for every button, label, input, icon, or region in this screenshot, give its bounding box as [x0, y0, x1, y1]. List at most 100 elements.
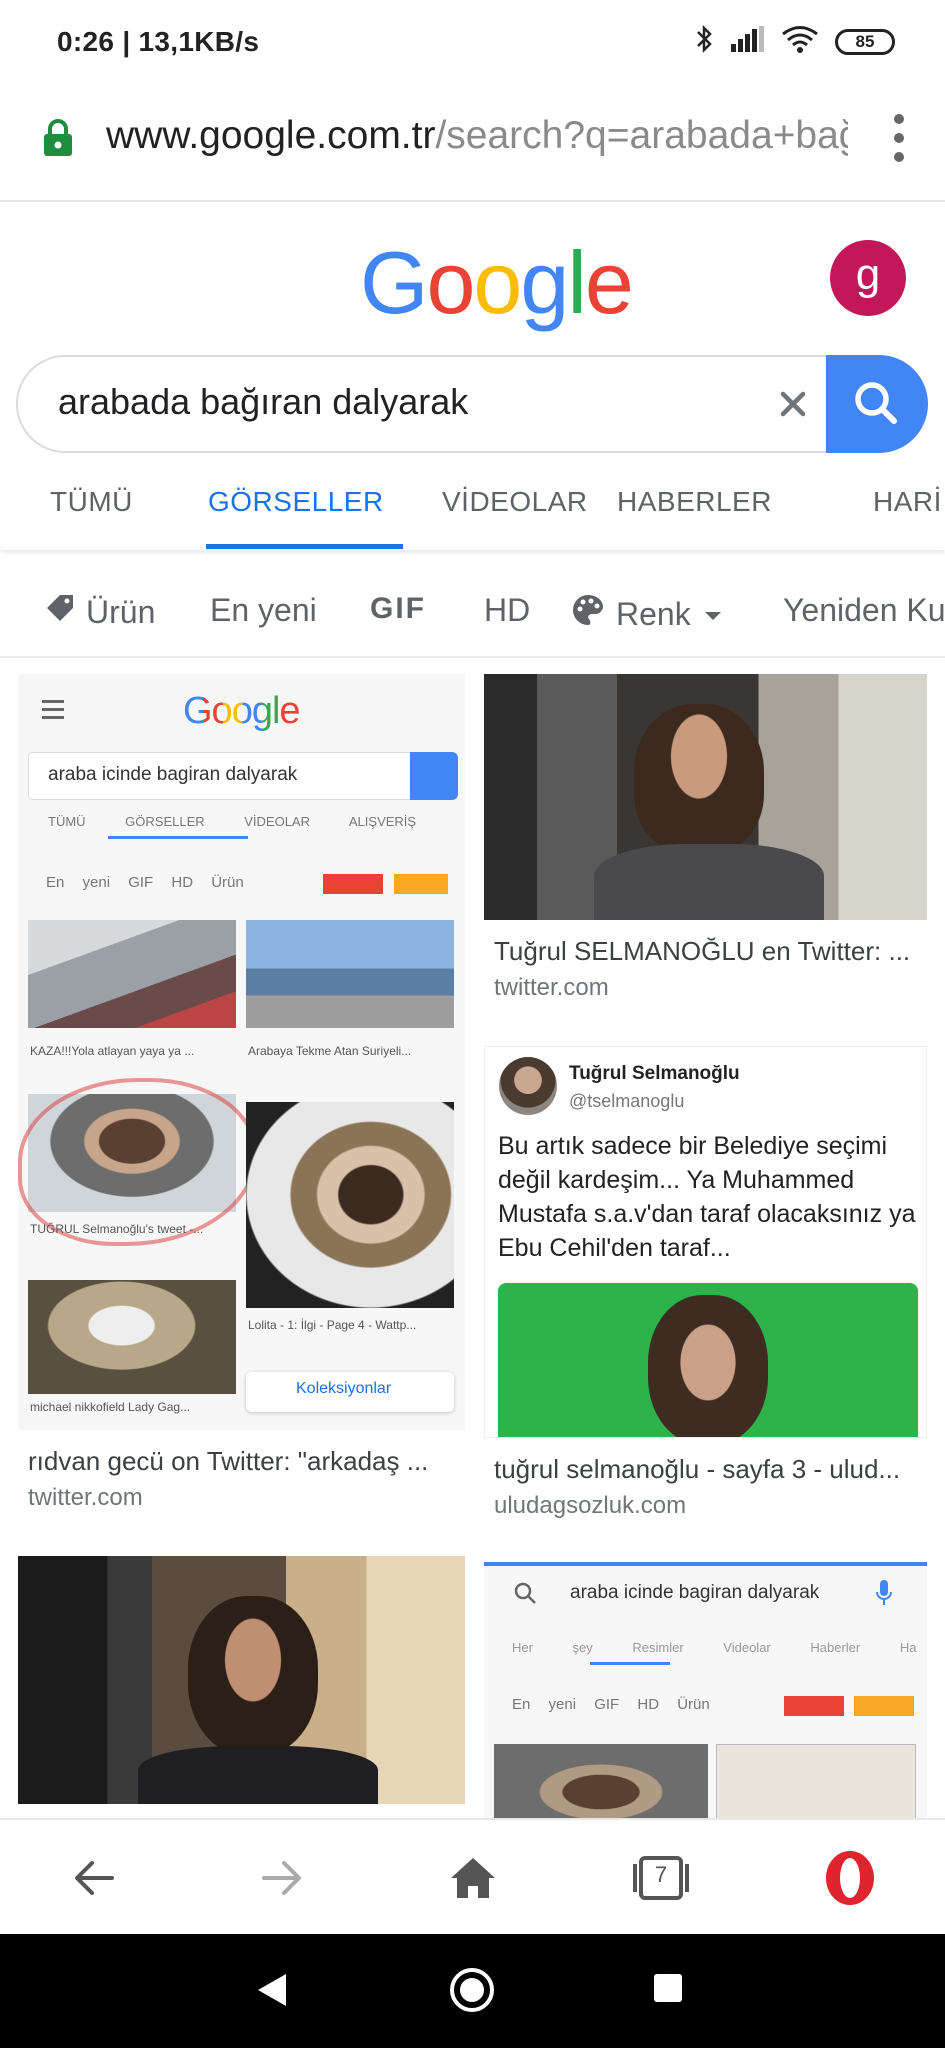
signal-icon [731, 26, 765, 57]
result-thumbnail[interactable] [484, 674, 927, 920]
mini-caption: michael nikkofield Lady Gag... [30, 1400, 191, 1414]
image-filters: Ürün En yeni GIF HD Renk Yeniden Ku [0, 570, 945, 658]
tab-maps[interactable]: HARİ [873, 486, 942, 518]
person-photo [648, 1295, 768, 1437]
tab-images[interactable]: GÖRSELLER [208, 486, 384, 518]
mini-google-logo: Google [183, 690, 301, 733]
mini-collections-button: Koleksiyonlar [246, 1372, 454, 1412]
filter-hd[interactable]: HD [484, 592, 530, 629]
search-tabs: TÜMÜ GÖRSELLER VİDEOLAR HABERLER HARİ [0, 470, 945, 550]
system-back-icon[interactable] [254, 1970, 290, 2015]
result-thumbnail[interactable] [18, 1556, 465, 1804]
status-icons: 85 [695, 24, 895, 59]
tab-videos[interactable]: VİDEOLAR [442, 486, 588, 518]
system-home-icon[interactable] [448, 1966, 496, 2019]
mini-tabs: Her şey Resimler Videolar Haberler Ha [512, 1640, 917, 1655]
mini-image [246, 920, 454, 1028]
mini-caption: TUĞRUL Selmanoğlu's tweet -... [30, 1222, 204, 1236]
filter-gif[interactable]: GIF [370, 592, 426, 626]
image-result[interactable]: Tuğrul Selmanoğlu @tselmanoglu Bu artık … [484, 1046, 927, 1519]
tag-icon [44, 592, 76, 632]
menu-icon [42, 700, 64, 724]
search-box[interactable]: arabada bağıran dalyarak [16, 355, 928, 453]
mini-color-swatch [394, 874, 448, 894]
browser-address-bar[interactable]: www.google.com.tr/search?q=arabada+bağ [0, 84, 945, 202]
system-navigation-bar [0, 1934, 945, 2048]
forward-icon[interactable] [252, 1848, 312, 1908]
result-domain[interactable]: twitter.com [494, 974, 609, 1002]
mini-color-swatch [323, 874, 383, 894]
battery-indicator: 85 [835, 28, 895, 55]
logo-letter: o [426, 233, 475, 332]
person-photo [188, 1596, 318, 1756]
url-domain: www.google.com.tr [106, 114, 436, 157]
mini-tab-indicator [108, 836, 248, 839]
person-jacket [138, 1746, 378, 1804]
result-thumbnail[interactable]: araba icinde bagiran dalyarak Her şey Re… [484, 1562, 927, 1818]
search-icon [855, 382, 897, 424]
mic-icon [874, 1578, 894, 1613]
image-result[interactable]: Tuğrul SELMANOĞLU en Twitter: ... twitte… [484, 674, 927, 1004]
result-title[interactable]: rıdvan gecü on Twitter: "arkadaş ... [28, 1446, 458, 1477]
mini-caption: Lolita - 1: İlgi - Page 4 - Wattp... [248, 1318, 417, 1332]
home-icon[interactable] [443, 1848, 503, 1908]
browser-bottom-nav: 7 [0, 1818, 945, 1934]
result-domain[interactable]: uludagsozluk.com [494, 1492, 686, 1520]
tab-all[interactable]: TÜMÜ [50, 486, 133, 518]
tab-news[interactable]: HABERLER [617, 486, 772, 518]
back-icon[interactable] [64, 1848, 124, 1908]
filter-gif-label: GIF [370, 592, 426, 625]
mini-image [28, 1280, 236, 1394]
tweet-video [498, 1283, 918, 1437]
mini-image [246, 1102, 454, 1308]
image-result[interactable]: araba icinde bagiran dalyarak Her şey Re… [484, 1562, 927, 1818]
clear-icon[interactable] [768, 379, 818, 429]
image-result[interactable] [18, 1556, 465, 1804]
filter-product[interactable]: Ürün [44, 592, 155, 632]
filter-color[interactable]: Renk [570, 592, 725, 636]
logo-letter: G [360, 233, 428, 332]
search-button[interactable] [826, 355, 928, 453]
tweet-avatar [499, 1057, 557, 1115]
person-photo [634, 704, 764, 854]
mini-image [28, 920, 236, 1028]
filter-again[interactable]: Yeniden Ku [783, 592, 945, 629]
tweet-author-handle: @tselmanoglu [569, 1091, 685, 1111]
mini-color-swatch [854, 1696, 914, 1716]
result-thumbnail[interactable]: Tuğrul Selmanoğlu @tselmanoglu Bu artık … [484, 1046, 927, 1438]
tab-count: 7 [654, 1862, 668, 1887]
opera-icon[interactable] [820, 1848, 880, 1908]
result-title[interactable]: tuğrul selmanoğlu - sayfa 3 - ulud... [494, 1454, 924, 1485]
red-circle-annotation [18, 1078, 258, 1246]
mini-caption: Arabaya Tekme Atan Suriyeli... [248, 1044, 412, 1058]
person-shirt [594, 844, 824, 920]
logo-letter: g [520, 233, 569, 332]
logo-letter: e [584, 233, 634, 332]
chevron-down-icon [701, 596, 725, 633]
result-title[interactable]: Tuğrul SELMANOĞLU en Twitter: ... [494, 936, 924, 967]
wifi-icon [781, 25, 819, 58]
mini-image [494, 1744, 708, 1818]
mini-chips: En yeni GIF HD Ürün [46, 874, 244, 891]
mini-color-swatch [784, 1696, 844, 1716]
search-input[interactable]: arabada bağıran dalyarak [58, 381, 738, 423]
mini-tab-indicator [590, 1662, 670, 1665]
filter-product-label: Ürün [86, 593, 156, 630]
mini-search-button [410, 752, 458, 800]
google-logo[interactable]: Google [360, 232, 634, 334]
filter-color-label: Renk [616, 595, 691, 632]
mini-search-icon [512, 1580, 538, 1611]
image-result[interactable]: Google araba icinde bagiran dalyarak TÜM… [18, 674, 465, 1511]
system-recents-icon[interactable] [652, 1972, 684, 2009]
more-options-icon[interactable] [893, 114, 905, 164]
status-bar: 0:26 | 13,1KB/s 85 [0, 0, 945, 84]
result-domain[interactable]: twitter.com [28, 1484, 143, 1512]
filter-newest[interactable]: En yeni [210, 592, 317, 629]
url-text[interactable]: www.google.com.tr/search?q=arabada+bağ [106, 114, 848, 158]
result-thumbnail[interactable]: Google araba icinde bagiran dalyarak TÜM… [18, 674, 465, 1430]
active-tab-indicator [206, 544, 403, 549]
account-avatar[interactable]: g [830, 240, 906, 316]
mini-image [716, 1744, 916, 1818]
tabs-icon[interactable]: 7 [631, 1848, 691, 1908]
tweet-author-name: Tuğrul Selmanoğlu [569, 1063, 740, 1084]
